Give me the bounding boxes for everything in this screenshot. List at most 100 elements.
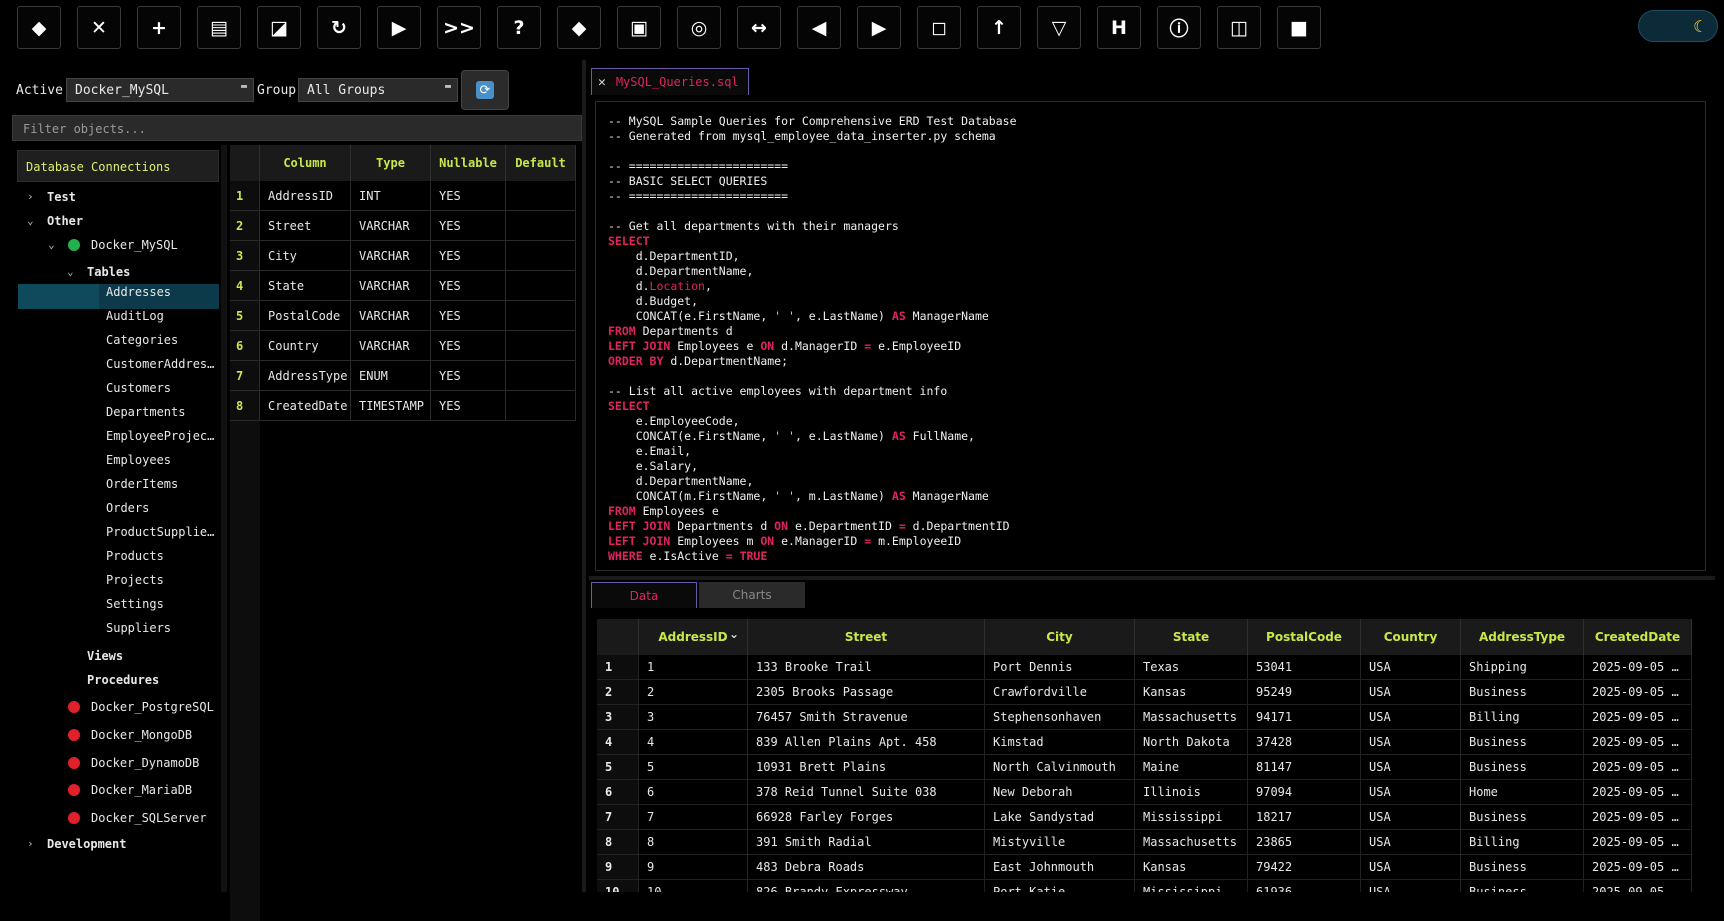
table-cell[interactable]: 18217 [1248,805,1361,830]
chevron-down-icon[interactable]: ⌄ [48,238,55,251]
tree-group-development[interactable]: Development [47,833,126,855]
list-button[interactable]: ▤ [197,6,241,49]
table-cell[interactable]: Business [1461,855,1584,880]
filter-button[interactable]: ▽ [1037,6,1081,49]
table-cell[interactable] [506,331,576,361]
table-cell[interactable]: Massachusetts [1135,705,1248,730]
table-cell[interactable] [506,361,576,391]
table-cell[interactable]: VARCHAR [351,271,431,301]
table-cell[interactable]: Business [1461,730,1584,755]
column-header[interactable]: Column [260,145,351,181]
table-cell[interactable]: Street [260,211,351,241]
table-cell[interactable]: 2025-09-05 … [1584,855,1692,880]
table-cell[interactable]: 95249 [1248,680,1361,705]
tree-table-item[interactable]: Settings [106,593,164,615]
plus-button[interactable]: + [137,6,181,49]
arrow-right-button[interactable]: ▶ [857,6,901,49]
tree-table-item[interactable]: Customers [106,377,171,399]
table-cell[interactable]: Kansas [1135,680,1248,705]
table-cell[interactable]: Business [1461,680,1584,705]
table-cell[interactable]: USA [1361,655,1461,680]
table-cell[interactable]: AddressType [260,361,351,391]
table-cell[interactable]: Home [1461,780,1584,805]
tree-table-item[interactable]: Products [106,545,164,567]
tree-connection-item[interactable]: Docker_DynamoDB [68,752,199,774]
table-cell[interactable]: 4 [639,730,748,755]
table-cell[interactable]: Billing [1461,830,1584,855]
tree-folder-procedures[interactable]: Procedures [87,669,159,691]
table-cell[interactable]: Mistyville [985,830,1135,855]
table-cell[interactable]: YES [431,331,506,361]
table-cell[interactable]: 66928 Farley Forges [748,805,985,830]
column-header[interactable]: Default [506,145,576,181]
table-cell[interactable] [506,241,576,271]
table-cell[interactable] [506,181,576,211]
table-cell[interactable]: 23865 [1248,830,1361,855]
filter-objects-input[interactable]: Filter objects... [12,115,582,141]
table-cell[interactable]: 1 [639,655,748,680]
table-cell[interactable]: 3 [639,705,748,730]
group-select[interactable]: All Groups ▬ [298,78,458,102]
results-column-header[interactable]: State [1135,619,1248,655]
tree-group-test[interactable]: Test [47,186,76,208]
table-cell[interactable]: 76457 Smith Stravenue [748,705,985,730]
tree-table-item[interactable]: Departments [106,401,185,423]
fast-forward-button[interactable]: >> [437,6,481,49]
table-cell[interactable]: USA [1361,805,1461,830]
table-cell[interactable]: 2025-09-05 … [1584,680,1692,705]
table-cell[interactable]: 2025-09-05 … [1584,830,1692,855]
table-cell[interactable]: 2025-09-05 … [1584,755,1692,780]
table-cell[interactable]: CreatedDate [260,391,351,421]
table-cell[interactable]: Illinois [1135,780,1248,805]
tree-table-item[interactable]: Projects [106,569,164,591]
table-cell[interactable]: USA [1361,880,1461,892]
table-cell[interactable]: Business [1461,805,1584,830]
table-cell[interactable]: TIMESTAMP [351,391,431,421]
close-tab-icon[interactable]: ✕ [598,75,606,90]
table-cell[interactable]: 133 Brooke Trail [748,655,985,680]
table-cell[interactable]: 2025-09-05 … [1584,655,1692,680]
square-button[interactable]: ◻ [917,6,961,49]
table-cell[interactable]: 97094 [1248,780,1361,805]
table-cell[interactable]: 7 [639,805,748,830]
table-cell[interactable]: State [260,271,351,301]
table-cell[interactable]: Business [1461,755,1584,780]
table-cell[interactable]: VARCHAR [351,211,431,241]
play-button[interactable]: ▶ [377,6,421,49]
vertical-splitter[interactable] [582,60,586,892]
table-cell[interactable]: ENUM [351,361,431,391]
chevron-down-icon[interactable]: ⌄ [27,214,34,227]
chevron-right-icon[interactable]: › [27,190,34,203]
table-cell[interactable]: East Johnmouth [985,855,1135,880]
theme-toggle[interactable]: ☾ [1638,10,1718,42]
table-cell[interactable]: 6 [639,780,748,805]
tree-table-item[interactable]: OrderItems [106,473,178,495]
table-cell[interactable]: 2025-09-05 … [1584,880,1692,892]
table-cell[interactable]: USA [1361,855,1461,880]
table-cell[interactable]: Mississippi [1135,805,1248,830]
table-cell[interactable]: YES [431,301,506,331]
results-column-header[interactable]: CreatedDate [1584,619,1692,655]
table-cell[interactable]: 8 [639,830,748,855]
tree-connection-item[interactable]: Docker_MongoDB [68,724,192,746]
results-column-header[interactable]: Street [748,619,985,655]
table-cell[interactable]: New Deborah [985,780,1135,805]
results-column-header[interactable]: AddressType [1461,619,1584,655]
table-cell[interactable]: Country [260,331,351,361]
table-cell[interactable]: USA [1361,780,1461,805]
table-cell[interactable]: 2025-09-05 … [1584,780,1692,805]
tree-table-item[interactable]: Employees [106,449,171,471]
h-button[interactable]: H [1097,6,1141,49]
table-cell[interactable]: YES [431,271,506,301]
column-header[interactable]: Type [351,145,431,181]
window-button[interactable]: ▣ [617,6,661,49]
table-cell[interactable]: 483 Debra Roads [748,855,985,880]
table-cell[interactable]: YES [431,241,506,271]
swap-horizontal-button[interactable]: ↔ [737,6,781,49]
table-cell[interactable] [506,211,576,241]
tree-table-item[interactable]: Addresses [106,281,171,303]
chevron-down-icon[interactable]: ⌄ [67,265,74,278]
column-header[interactable]: Nullable [431,145,506,181]
table-cell[interactable]: Texas [1135,655,1248,680]
table-cell[interactable]: 839 Allen Plains Apt. 458 [748,730,985,755]
